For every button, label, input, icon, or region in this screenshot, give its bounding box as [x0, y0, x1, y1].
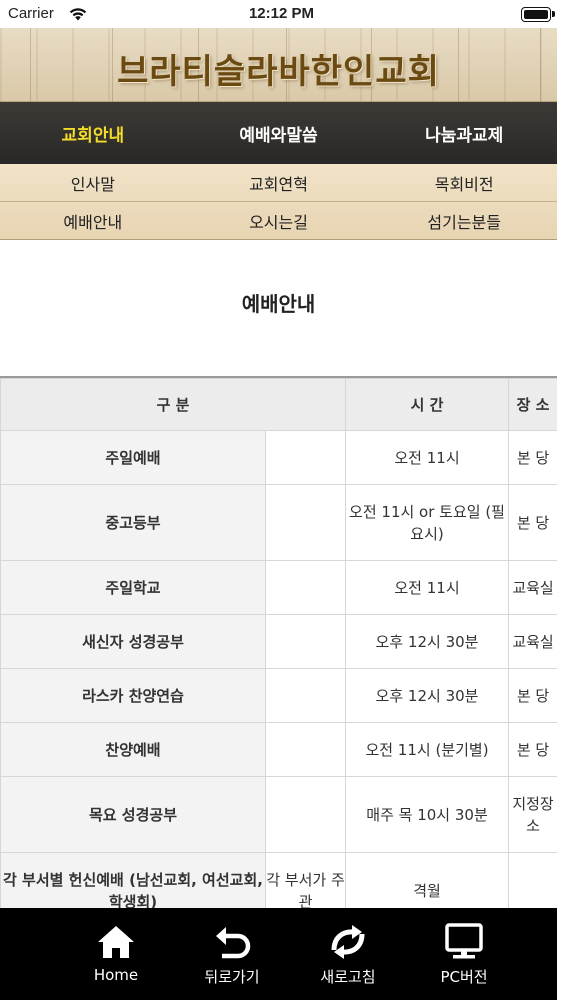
sub-nav-worship-info[interactable]: 예배안내	[0, 202, 186, 239]
refresh-button[interactable]: 새로고침	[290, 908, 406, 1000]
main-nav: 교회안내 예배와말씀 나눔과교제	[0, 102, 557, 164]
scroll-gutter	[557, 28, 563, 1000]
row-name: 새신자 성경공부	[0, 614, 266, 669]
table-row: 찬양예배 오전 11시 (분기별) 본 당	[0, 722, 557, 777]
row-time: 오전 11시 or 토요일 (필요시)	[345, 484, 510, 561]
pc-version-button[interactable]: PC버전	[406, 908, 522, 1000]
refresh-label: 새로고침	[320, 968, 376, 986]
back-arrow-icon	[216, 927, 251, 959]
row-sub: 각 부서가 주관	[264, 852, 347, 908]
row-time: 오전 11시 (분기별)	[345, 722, 510, 777]
row-time: 격월	[345, 852, 510, 908]
status-bar: Carrier 12:12 PM	[0, 0, 563, 28]
sub-nav-vision[interactable]: 목회비전	[371, 164, 557, 201]
home-label: Home	[93, 966, 139, 984]
row-place: 본 당	[508, 484, 557, 561]
row-place: 지정장소	[508, 776, 557, 853]
row-time: 오후 12시 30분	[345, 668, 510, 723]
row-name: 주일예배	[0, 430, 266, 485]
row-sub	[264, 560, 347, 615]
header-category: 구 분	[0, 378, 347, 431]
row-sub	[264, 484, 347, 561]
row-sub	[264, 614, 347, 669]
row-place: 본 당	[508, 430, 557, 485]
row-name: 찬양예배	[0, 722, 266, 777]
header-place: 장 소	[508, 378, 557, 431]
row-time: 오후 12시 30분	[345, 614, 510, 669]
row-place	[508, 852, 557, 908]
row-sub	[264, 722, 347, 777]
worship-schedule-table: 구 분 시 간 장 소 주일예배 오전 11시 본 당 중고등부 오전 11시 …	[0, 376, 557, 908]
main-nav-fellowship[interactable]: 나눔과교제	[371, 102, 557, 164]
main-nav-worship-word[interactable]: 예배와말씀	[186, 102, 372, 164]
sub-nav-staff[interactable]: 섬기는분들	[371, 202, 557, 239]
table-row: 새신자 성경공부 오후 12시 30분 교육실	[0, 614, 557, 669]
row-place: 본 당	[508, 668, 557, 723]
clock: 12:12 PM	[248, 5, 315, 22]
sub-nav-greeting[interactable]: 인사말	[0, 164, 186, 201]
header-time: 시 간	[345, 378, 510, 431]
row-sub	[264, 668, 347, 723]
table-row: 주일학교 오전 11시 교육실	[0, 560, 557, 615]
home-button[interactable]: Home	[58, 908, 174, 1000]
refresh-icon	[331, 925, 365, 959]
row-sub	[264, 776, 347, 853]
table-row: 중고등부 오전 11시 or 토요일 (필요시) 본 당	[0, 484, 557, 561]
row-time: 오전 11시	[345, 430, 510, 485]
home-icon	[98, 926, 134, 958]
row-time: 매주 목 10시 30분	[345, 776, 510, 853]
pc-version-label: PC버전	[440, 968, 488, 986]
sub-nav-history[interactable]: 교회연혁	[186, 164, 372, 201]
monitor-icon	[445, 923, 483, 959]
main-nav-church-info[interactable]: 교회안내	[0, 102, 186, 164]
table-row: 각 부서별 헌신예배 (남선교회, 여선교회, 학생회) 각 부서가 주관 격월	[0, 852, 557, 908]
church-name-logo[interactable]: 브라티슬라바한인교회	[0, 44, 557, 93]
row-name: 각 부서별 헌신예배 (남선교회, 여선교회, 학생회)	[0, 852, 266, 908]
back-label: 뒤로가기	[204, 968, 260, 986]
church-banner[interactable]: 브라티슬라바한인교회	[0, 28, 557, 102]
bottom-toolbar: Home 뒤로가기 새로고침 PC버전	[0, 908, 557, 1000]
table-row: 주일예배 오전 11시 본 당	[0, 430, 557, 485]
row-place: 교육실	[508, 560, 557, 615]
sub-nav-directions[interactable]: 오시는길	[186, 202, 372, 239]
row-place: 교육실	[508, 614, 557, 669]
table-row: 목요 성경공부 매주 목 10시 30분 지정장소	[0, 776, 557, 853]
row-time: 오전 11시	[345, 560, 510, 615]
table-row: 라스카 찬양연습 오후 12시 30분 본 당	[0, 668, 557, 723]
row-name: 라스카 찬양연습	[0, 668, 266, 723]
row-place: 본 당	[508, 722, 557, 777]
battery-icon	[521, 7, 555, 22]
page-title: 예배안내	[241, 292, 316, 316]
row-name: 중고등부	[0, 484, 266, 561]
battery-level-fill	[524, 10, 548, 19]
back-button[interactable]: 뒤로가기	[174, 908, 290, 1000]
row-name: 목요 성경공부	[0, 776, 266, 853]
sub-nav: 인사말 교회연혁 목회비전 예배안내 오시는길 섬기는분들	[0, 164, 557, 240]
row-sub	[264, 430, 347, 485]
row-name: 주일학교	[0, 560, 266, 615]
